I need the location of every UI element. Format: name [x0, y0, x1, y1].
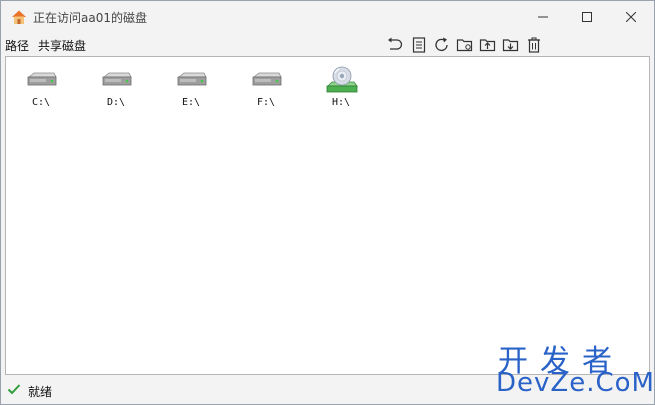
home-icon [11, 9, 27, 25]
folder-upload-button[interactable] [478, 35, 498, 55]
watermark-en: DevZe.CoM [496, 368, 655, 398]
hard-drive-icon [250, 65, 284, 95]
drive-label: H:\ [331, 97, 351, 108]
drive-label: C:\ [31, 97, 51, 108]
drive-item[interactable]: C:\ [11, 65, 71, 115]
document-icon [412, 37, 426, 53]
hard-drive-icon [100, 65, 134, 95]
trash-icon [528, 37, 540, 53]
drive-list: C:\ D:\ E:\ F:\ H:\ [5, 56, 650, 375]
undo-icon [388, 37, 403, 50]
folder-settings-button[interactable] [455, 35, 475, 55]
drive-label: D:\ [106, 97, 126, 108]
maximize-button[interactable] [564, 1, 610, 32]
drive-item[interactable]: H:\ [311, 65, 371, 115]
minimize-icon [538, 16, 548, 17]
drive-label: F:\ [256, 97, 276, 108]
folder-upload-icon [479, 39, 496, 52]
drive-item[interactable]: E:\ [161, 65, 221, 115]
minimize-button[interactable] [520, 1, 566, 32]
undo-button[interactable] [385, 35, 405, 55]
title-bar[interactable]: 正在访问aa01的磁盘 [1, 1, 654, 32]
folder-download-icon [502, 39, 519, 52]
drive-item[interactable]: D:\ [86, 65, 146, 115]
menu-bar: 路径 共享磁盘 [1, 32, 654, 56]
close-button[interactable] [608, 1, 654, 32]
hard-drive-icon [175, 65, 209, 95]
hard-drive-icon [25, 65, 59, 95]
maximize-icon [582, 11, 592, 22]
menu-path[interactable]: 路径 [5, 37, 29, 54]
check-icon [7, 382, 21, 399]
drive-item[interactable]: F:\ [236, 65, 296, 115]
menu-share-disk[interactable]: 共享磁盘 [38, 37, 86, 54]
document-button[interactable] [409, 35, 429, 55]
refresh-button[interactable] [432, 35, 452, 55]
delete-button[interactable] [524, 35, 544, 55]
window-title: 正在访问aa01的磁盘 [33, 11, 147, 25]
refresh-icon [435, 37, 448, 51]
folder-settings-icon [456, 39, 473, 52]
folder-download-button[interactable] [501, 35, 521, 55]
cd-drive-icon [325, 65, 359, 95]
close-icon [626, 11, 636, 22]
status-text: 就绪 [28, 385, 53, 399]
drive-label: E:\ [181, 97, 201, 108]
